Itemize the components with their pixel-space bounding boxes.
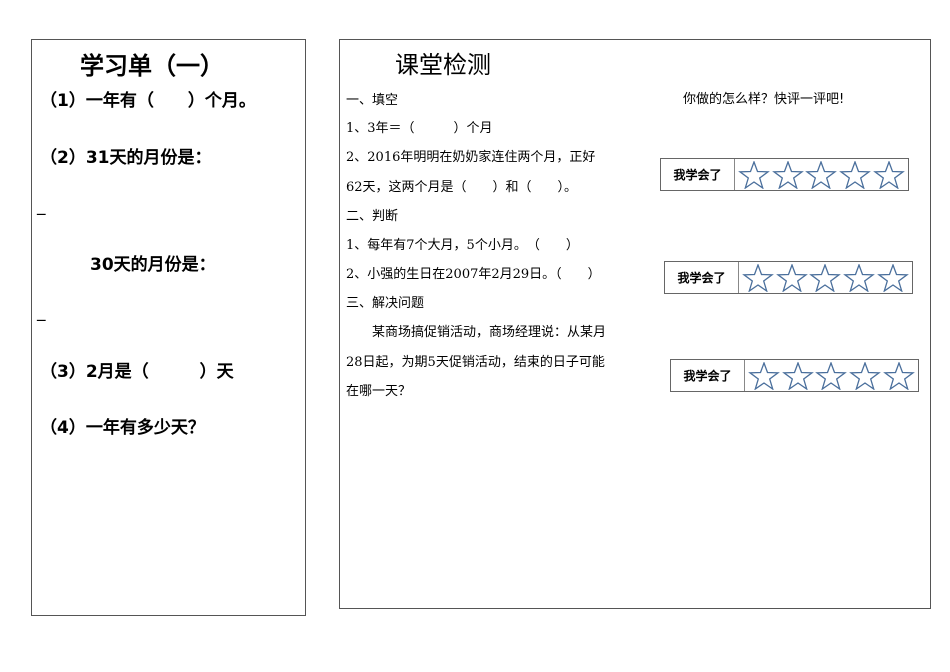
question-2b: 30天的月份是： [90, 255, 216, 275]
rating-label: 我学会了 [661, 159, 735, 190]
judge-q2: 2、小强的生日在2007年2月29日。（ ） [346, 267, 601, 282]
judge-q1: 1、每年有7个大月，5个小月。 （ ） [346, 238, 579, 253]
rating-prompt: 你做的怎么样？快评一评吧! [683, 92, 845, 107]
solve-text: 在哪一天？ [346, 384, 412, 399]
rating-box: 我学会了 [660, 158, 909, 191]
question-1: （1）一年有（ ）个月。 [40, 91, 256, 111]
answer-line: _ [37, 302, 46, 322]
section-solve: 三、解决问题 [346, 296, 425, 311]
section-fill: 一、填空 [346, 93, 399, 108]
question-4: （4）一年有多少天？ [40, 418, 205, 438]
star-icon[interactable] [742, 263, 774, 292]
fill-q2-cont: 62天，这两个月是（ ）和（ ）。 [346, 180, 578, 195]
fill-q2: 2、2016年明明在奶奶家连住两个月，正好 [346, 150, 596, 165]
solve-text: 某商场搞促销活动，商场经理说：从某月 [346, 325, 607, 340]
star-icon[interactable] [748, 361, 780, 390]
section-judge: 二、判断 [346, 209, 399, 224]
solve-text: 28日起，为期5天促销活动，结束的日子可能 [346, 355, 605, 370]
worksheet-panel [31, 39, 306, 616]
star-icon[interactable] [775, 263, 808, 292]
star-icon[interactable] [781, 361, 814, 390]
star-icon[interactable] [873, 160, 905, 189]
star-icon[interactable] [815, 361, 848, 390]
star-icon[interactable] [738, 160, 770, 189]
rating-label: 我学会了 [665, 262, 739, 293]
star-icon[interactable] [839, 160, 872, 189]
question-2: （2）31天的月份是： [40, 148, 212, 168]
worksheet-title: 学习单（一） [80, 52, 224, 80]
rating-box: 我学会了 [664, 261, 913, 294]
star-icon[interactable] [883, 361, 915, 390]
rating-label: 我学会了 [671, 360, 745, 391]
quiz-title: 课堂检测 [395, 51, 491, 79]
answer-line: _ [37, 196, 46, 216]
rating-box: 我学会了 [670, 359, 919, 392]
star-icon[interactable] [809, 263, 842, 292]
star-icon[interactable] [805, 160, 838, 189]
star-icon[interactable] [877, 263, 909, 292]
star-icon[interactable] [843, 263, 876, 292]
star-icon[interactable] [771, 160, 804, 189]
fill-q1: 1、3年＝（ ）个月 [346, 121, 493, 136]
star-icon[interactable] [849, 361, 882, 390]
question-3: （3）2月是（ ）天 [40, 362, 234, 382]
